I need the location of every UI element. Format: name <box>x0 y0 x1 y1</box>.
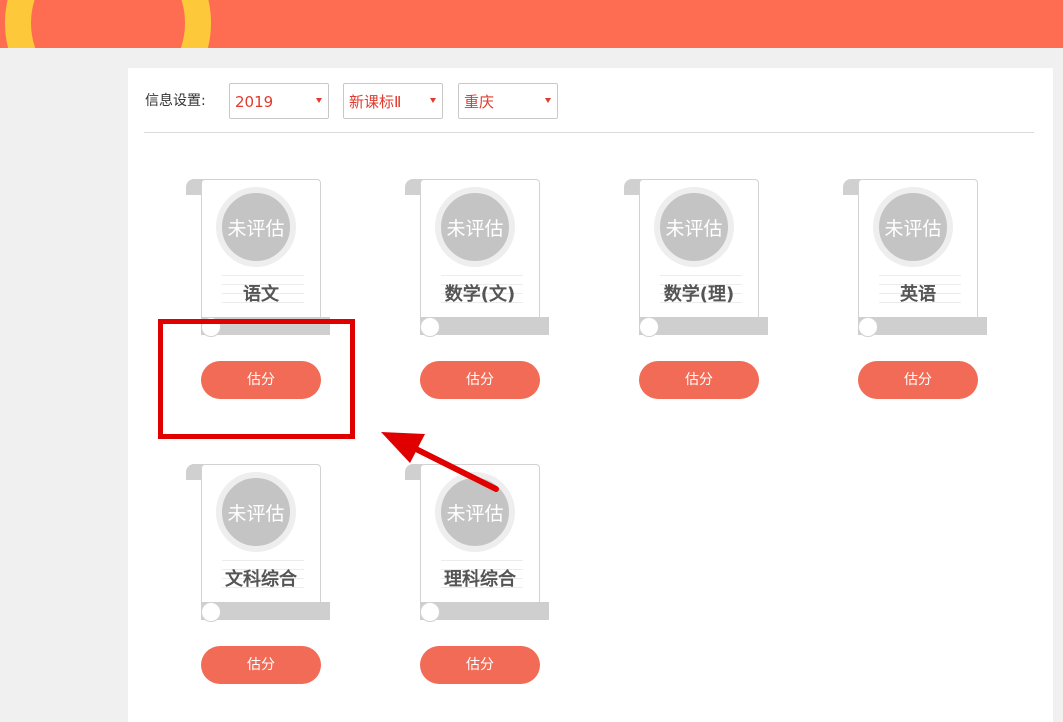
annotation-arrow-icon <box>381 432 499 492</box>
